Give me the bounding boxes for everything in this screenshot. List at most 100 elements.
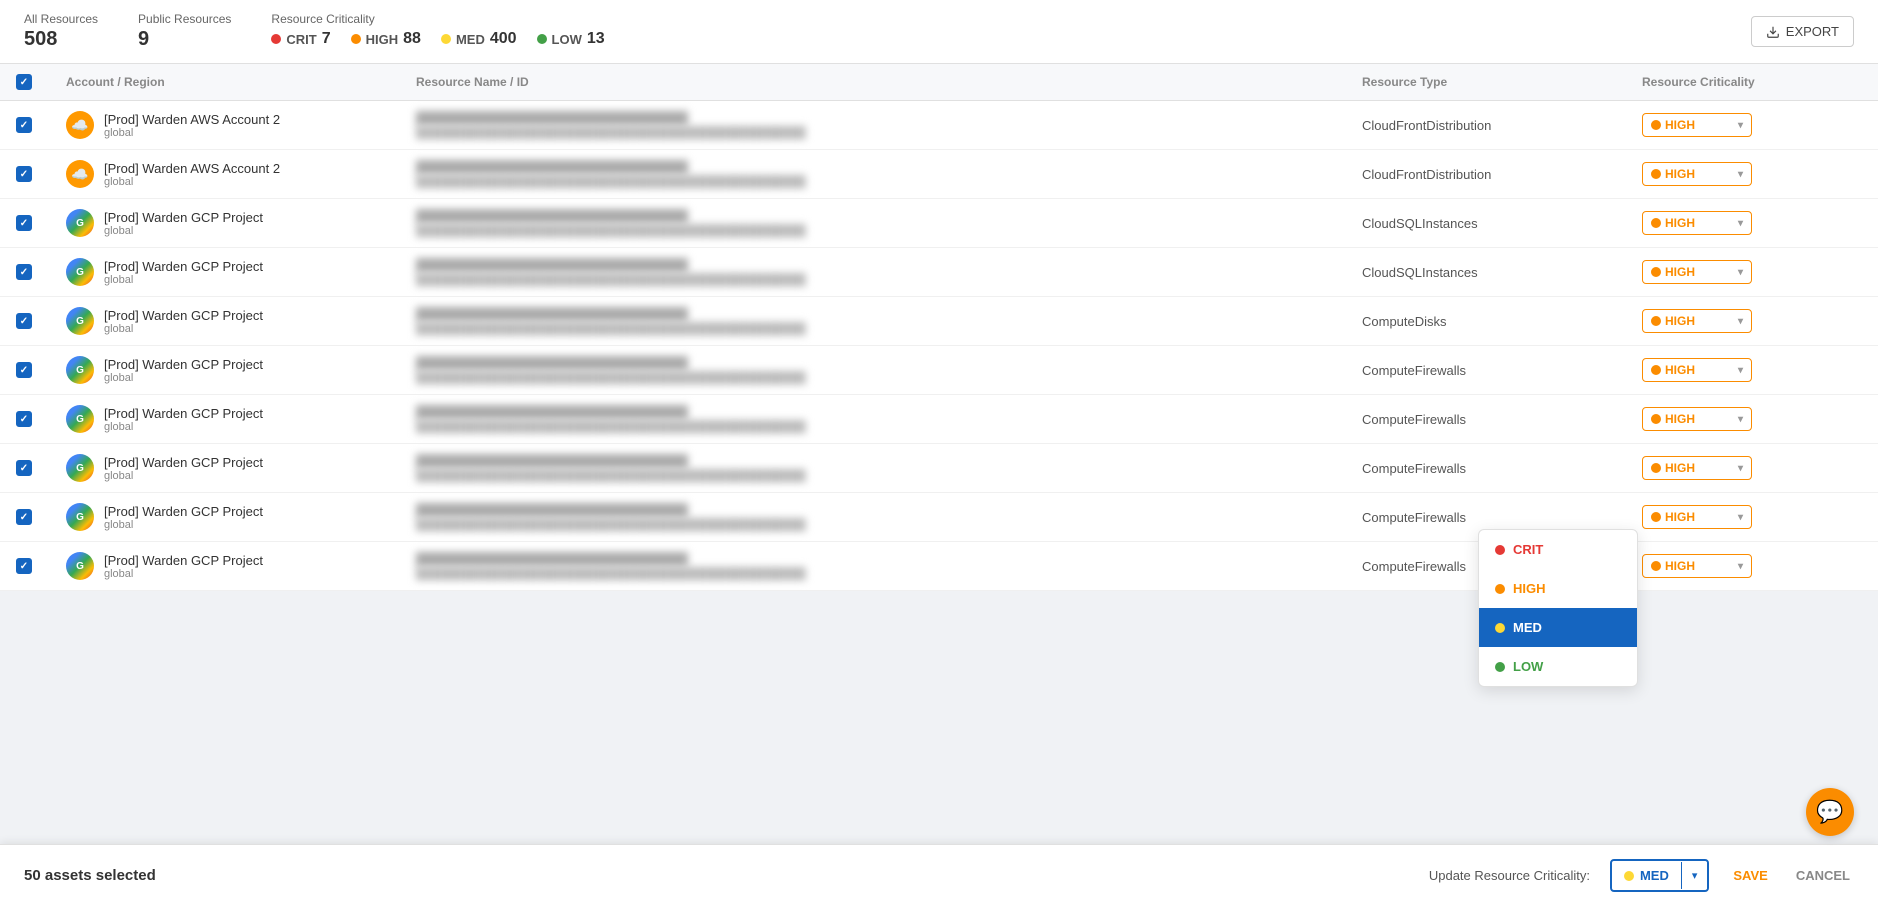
aws-icon: ☁️ (66, 160, 94, 188)
account-cell: G [Prod] Warden GCP Project global (66, 454, 416, 482)
crit-dot (271, 34, 281, 44)
row-checkbox-cell[interactable] (16, 215, 66, 231)
row-checkbox[interactable] (16, 166, 32, 182)
badge-arrow-icon: ▾ (1738, 414, 1743, 425)
criticality-badge-cell: HIGH ▾ (1642, 162, 1862, 186)
criticality-badge[interactable]: HIGH ▾ (1642, 456, 1752, 480)
chat-bubble-button[interactable]: 💬 (1806, 788, 1854, 836)
row-checkbox-cell[interactable] (16, 313, 66, 329)
criticality-badge-cell: HIGH ▾ (1642, 554, 1862, 578)
update-criticality-select[interactable]: MED ▾ (1610, 859, 1709, 892)
criticality-badge[interactable]: HIGH ▾ (1642, 211, 1752, 235)
resource-cell: ████████████████████████████████ ███████… (416, 405, 1362, 433)
account-region: global (104, 470, 263, 482)
account-info: [Prod] Warden GCP Project global (104, 357, 263, 384)
criticality-badge[interactable]: HIGH ▾ (1642, 260, 1752, 284)
badge-dot (1651, 169, 1661, 179)
row-checkbox-cell[interactable] (16, 411, 66, 427)
header-checkbox-cell[interactable] (16, 74, 66, 90)
row-checkbox-cell[interactable] (16, 362, 66, 378)
dropdown-item-low[interactable]: LOW (1479, 647, 1637, 686)
update-label: Update Resource Criticality: (1429, 868, 1590, 883)
row-checkbox[interactable] (16, 117, 32, 133)
criticality-dropdown[interactable]: CRIT HIGH MED LOW (1478, 529, 1638, 687)
save-button[interactable]: SAVE (1729, 861, 1771, 890)
resource-id: ████████████████████████████████ (416, 552, 1362, 566)
badge-arrow-icon: ▾ (1738, 365, 1743, 376)
row-checkbox[interactable] (16, 460, 32, 476)
criticality-badge-cell: HIGH ▾ (1642, 113, 1862, 137)
badge-label: HIGH (1665, 216, 1695, 230)
row-checkbox-cell[interactable] (16, 166, 66, 182)
criticality-badge[interactable]: HIGH ▾ (1642, 113, 1752, 137)
dropdown-item-crit[interactable]: CRIT (1479, 530, 1637, 569)
dropdown-item-med[interactable]: MED (1479, 608, 1637, 647)
resource-id: ████████████████████████████████ (416, 111, 1362, 125)
row-checkbox[interactable] (16, 362, 32, 378)
badge-arrow-icon: ▾ (1738, 218, 1743, 229)
account-name: [Prod] Warden GCP Project (104, 308, 263, 323)
criticality-badge[interactable]: HIGH ▾ (1642, 554, 1752, 578)
row-checkbox[interactable] (16, 264, 32, 280)
crit-count: 7 (322, 30, 331, 48)
criticality-label: Resource Criticality (271, 12, 604, 26)
table-row: G [Prod] Warden GCP Project global █████… (0, 297, 1878, 346)
low-name: LOW (552, 32, 582, 47)
row-checkbox[interactable] (16, 411, 32, 427)
criticality-badge[interactable]: HIGH ▾ (1642, 407, 1752, 431)
account-info: [Prod] Warden GCP Project global (104, 406, 263, 433)
export-label: EXPORT (1786, 24, 1839, 39)
cancel-button[interactable]: CANCEL (1792, 861, 1854, 890)
row-checkbox[interactable] (16, 509, 32, 525)
row-checkbox-cell[interactable] (16, 509, 66, 525)
account-cell: G [Prod] Warden GCP Project global (66, 258, 416, 286)
high-count: 88 (403, 30, 421, 48)
account-name: [Prod] Warden GCP Project (104, 357, 263, 372)
dropdown-item-high[interactable]: HIGH (1479, 569, 1637, 608)
low-dot (537, 34, 547, 44)
criticality-badge[interactable]: HIGH ▾ (1642, 358, 1752, 382)
badge-inner: HIGH (1651, 216, 1695, 230)
med-dot (441, 34, 451, 44)
all-resources-label: All Resources (24, 12, 98, 26)
criticality-badge[interactable]: HIGH ▾ (1642, 309, 1752, 333)
account-name: [Prod] Warden AWS Account 2 (104, 161, 280, 176)
row-checkbox[interactable] (16, 558, 32, 574)
badge-inner: HIGH (1651, 265, 1695, 279)
selected-count: 50 assets selected (24, 867, 156, 884)
row-checkbox[interactable] (16, 215, 32, 231)
gcp-icon: G (66, 356, 94, 384)
row-checkbox-cell[interactable] (16, 460, 66, 476)
med-name: MED (456, 32, 485, 47)
badge-label: HIGH (1665, 559, 1695, 573)
resource-cell: ████████████████████████████████ ███████… (416, 454, 1362, 482)
row-checkbox-cell[interactable] (16, 117, 66, 133)
criticality-badge[interactable]: HIGH ▾ (1642, 505, 1752, 529)
account-info: [Prod] Warden GCP Project global (104, 308, 263, 335)
account-name: [Prod] Warden GCP Project (104, 455, 263, 470)
med-option-label: MED (1513, 620, 1542, 635)
row-checkbox-cell[interactable] (16, 264, 66, 280)
update-select-value[interactable]: MED (1612, 861, 1681, 890)
account-region: global (104, 225, 263, 237)
resource-desc: ████████████████████████████████████████… (416, 225, 1362, 237)
account-name: [Prod] Warden GCP Project (104, 210, 263, 225)
account-name: [Prod] Warden GCP Project (104, 553, 263, 568)
export-button[interactable]: EXPORT (1751, 16, 1854, 47)
gcp-icon: G (66, 258, 94, 286)
resource-id: ████████████████████████████████ (416, 258, 1362, 272)
account-info: [Prod] Warden GCP Project global (104, 210, 263, 237)
account-region: global (104, 176, 280, 188)
select-dropdown-arrow[interactable]: ▾ (1681, 862, 1708, 889)
resource-desc: ████████████████████████████████████████… (416, 274, 1362, 286)
row-checkbox[interactable] (16, 313, 32, 329)
resource-desc: ████████████████████████████████████████… (416, 519, 1362, 531)
med-count: 400 (490, 30, 517, 48)
account-name: [Prod] Warden GCP Project (104, 406, 263, 421)
account-info: [Prod] Warden GCP Project global (104, 455, 263, 482)
select-all-checkbox[interactable] (16, 74, 32, 90)
low-option-dot (1495, 662, 1505, 672)
crit-stat: CRIT 7 (271, 30, 330, 48)
row-checkbox-cell[interactable] (16, 558, 66, 574)
criticality-badge[interactable]: HIGH ▾ (1642, 162, 1752, 186)
